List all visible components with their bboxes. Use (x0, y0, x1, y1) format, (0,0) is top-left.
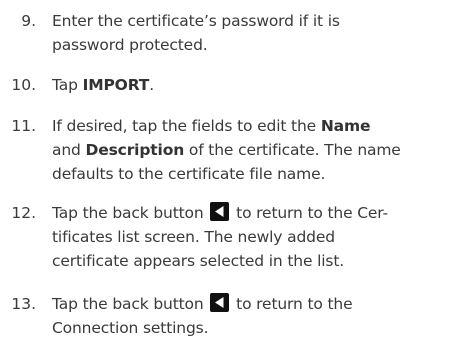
step-number: 11. (11, 117, 36, 135)
step-text: Enter the certificate’s password if it i… (52, 9, 450, 57)
description-label: Description (85, 141, 185, 159)
step-text: If desired, tap the fields to edit the N… (52, 117, 401, 183)
step-text: Tap the back button to return to the Cer… (52, 202, 388, 270)
step-text: Tap IMPORT. (52, 76, 154, 94)
step-number: 10. (11, 76, 36, 94)
step-number: 12. (11, 204, 36, 222)
step-number: 9. (21, 12, 36, 30)
step-line: password protected. (52, 36, 208, 54)
step-number: 13. (11, 295, 36, 313)
step-line: Enter the certificate’s password if it i… (52, 12, 340, 30)
back-arrow-icon (210, 202, 230, 221)
step-text: Tap the back button to return to the Con… (52, 293, 353, 337)
name-label: Name (320, 117, 371, 135)
back-arrow-icon (210, 293, 230, 312)
import-label: IMPORT (82, 76, 150, 94)
